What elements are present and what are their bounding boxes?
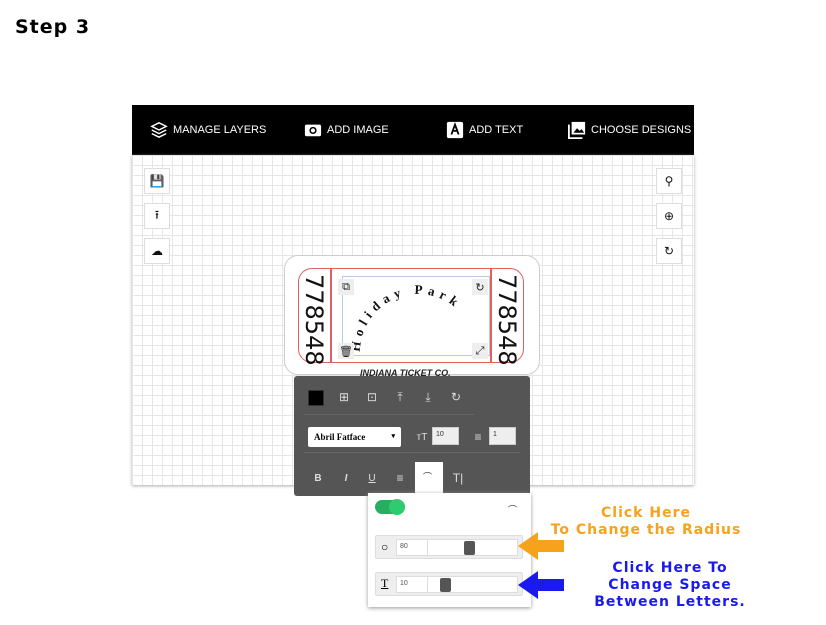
add-image-button[interactable]: ADD IMAGE [304,121,389,139]
resize-icon: ⤢ [475,344,485,357]
line-height-icon: ≡ [474,430,482,444]
line-height-input[interactable]: 1 [489,427,516,445]
annotation-line: To Change the Radius [550,522,742,538]
cloud-download-button[interactable]: ☁ [144,238,170,264]
choose-designs-button[interactable]: CHOOSE DESIGNS [568,121,691,139]
flip-icon[interactable]: ↻ [448,389,464,405]
images-icon [568,121,586,139]
upload-icon: ⭱ [154,207,160,222]
rotate-icon: ↻ [475,281,485,294]
manage-layers-button[interactable]: MANAGE LAYERS [150,121,266,139]
rotate-handle[interactable]: ↻ [472,279,488,295]
letter-spacing-icon: T [381,576,389,590]
manage-layers-label: MANAGE LAYERS [173,124,267,136]
upload-button[interactable]: ⭱ [144,203,170,229]
blue-arrow-icon [518,571,564,599]
add-text-button[interactable]: ADD TEXT [446,121,523,139]
radius-annotation: Click Here To Change the Radius [540,505,752,539]
curve-icon: ⌒ [423,472,433,482]
spacing-value[interactable]: 10 [400,580,408,587]
curve-toggle[interactable] [375,499,405,515]
cloud-download-icon: ☁ [151,244,163,258]
divider [304,452,520,453]
bring-front-icon[interactable]: ⤒ [392,389,408,405]
spacing-control: T 10 [375,572,523,596]
font-select-value: Abril Fatface [314,432,366,442]
zoom-in-icon: ⊕ [663,209,675,223]
annotation-line: Click Here [601,505,691,521]
layers-icon [150,121,168,139]
font-select[interactable]: Abril Fatface ▾ [308,427,401,447]
search-icon: ⚲ [664,174,674,188]
top-toolbar: MANAGE LAYERS ADD IMAGE ADD TEXT CHOOSE … [132,105,694,155]
refresh-icon: ↻ [663,244,675,258]
choose-designs-label: CHOOSE DESIGNS [591,124,692,136]
text-size-button[interactable]: T| [450,470,466,486]
send-back-icon[interactable]: ⤓ [420,389,436,405]
divider [330,268,332,363]
crop-icon[interactable]: ⊞ [336,389,352,405]
save-button[interactable]: 💾 [144,168,170,194]
radius-slider-thumb[interactable] [464,541,475,555]
add-text-label: ADD TEXT [469,124,524,136]
chevron-down-icon: ▾ [391,432,395,440]
camera-icon [304,124,322,137]
bold-button[interactable]: B [310,470,326,486]
duplicate-handle[interactable]: ⧉ [338,279,354,295]
radius-value[interactable]: 80 [400,543,408,550]
text-icon [446,121,464,139]
resize-handle[interactable]: ⤢ [472,343,488,359]
trash-icon: 🗑 [339,345,353,358]
search-button[interactable]: ⚲ [656,168,682,194]
zoom-in-button[interactable]: ⊕ [656,203,682,229]
step-title: Step 3 [15,16,91,38]
divider [490,268,492,363]
ticket-number-right[interactable]: 778548 [493,274,521,366]
curve-text-tab[interactable]: ⌒ [415,462,443,496]
annotation-line: Between Letters. [594,594,746,610]
curve-icon: ⌒ [508,505,518,515]
curved-text[interactable]: Holiday Park [342,276,490,356]
curved-text-path: Holiday Park [348,282,461,353]
align-button[interactable]: ≡ [392,470,408,486]
reset-button[interactable]: ↻ [656,238,682,264]
italic-button[interactable]: I [338,470,354,486]
divider [304,414,474,415]
copy-icon: ⧉ [342,280,350,293]
annotation-line: Change Space [608,577,732,593]
ticket-number-left[interactable]: 778548 [300,274,328,366]
color-swatch[interactable] [308,390,324,406]
annotation-line: Click Here To [612,560,728,576]
delete-handle[interactable]: 🗑 [338,343,354,359]
underline-button[interactable]: U [364,470,380,486]
orange-arrow-icon [518,532,564,560]
radius-control: ○ 80 [375,535,523,559]
add-image-label: ADD IMAGE [327,124,389,136]
toggle-knob [389,499,405,515]
font-size-icon: ᴛT [416,431,428,443]
svg-text:Holiday Park: Holiday Park [348,282,466,353]
font-size-input[interactable]: 10 [432,427,459,445]
circle-icon: ○ [381,540,389,554]
save-icon: 💾 [149,174,165,188]
center-icon[interactable]: ⊡ [364,389,380,405]
spacing-annotation: Click Here To Change Space Between Letters… [570,560,770,611]
spacing-slider-thumb[interactable] [440,578,451,592]
